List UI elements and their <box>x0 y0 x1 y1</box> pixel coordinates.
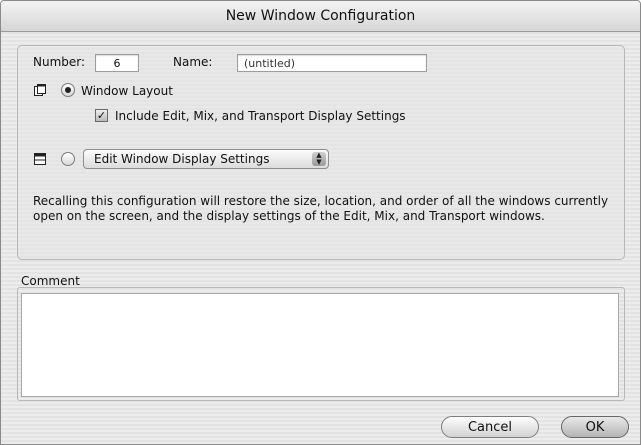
include-settings-label: Include Edit, Mix, and Transport Display… <box>115 109 406 123</box>
number-field[interactable]: 6 <box>95 54 139 72</box>
dialog-window: New Window Configuration Number: 6 Name:… <box>0 0 641 445</box>
display-settings-radio[interactable] <box>61 152 75 166</box>
window-layout-radio[interactable] <box>61 83 75 97</box>
ok-button[interactable]: OK <box>561 416 629 438</box>
updown-arrows-icon: ▲ ▼ <box>312 152 326 166</box>
name-field[interactable]: (untitled) <box>237 54 427 72</box>
cancel-button[interactable]: Cancel <box>441 416 539 438</box>
include-settings-checkbox[interactable]: ✓ <box>95 109 108 122</box>
display-settings-popup[interactable]: Edit Window Display Settings ▲ ▼ <box>83 149 329 169</box>
comment-textarea[interactable] <box>21 293 619 397</box>
display-settings-icon <box>34 153 46 165</box>
comment-label: Comment <box>21 274 80 288</box>
window-title: New Window Configuration <box>1 1 640 32</box>
description-text: Recalling this configuration will restor… <box>33 194 609 223</box>
display-settings-popup-value: Edit Window Display Settings <box>94 152 270 166</box>
window-layout-icon <box>34 84 46 96</box>
name-label: Name: <box>173 55 213 69</box>
window-layout-label: Window Layout <box>81 84 173 98</box>
number-label: Number: <box>33 55 86 69</box>
checkmark-icon: ✓ <box>96 109 107 122</box>
